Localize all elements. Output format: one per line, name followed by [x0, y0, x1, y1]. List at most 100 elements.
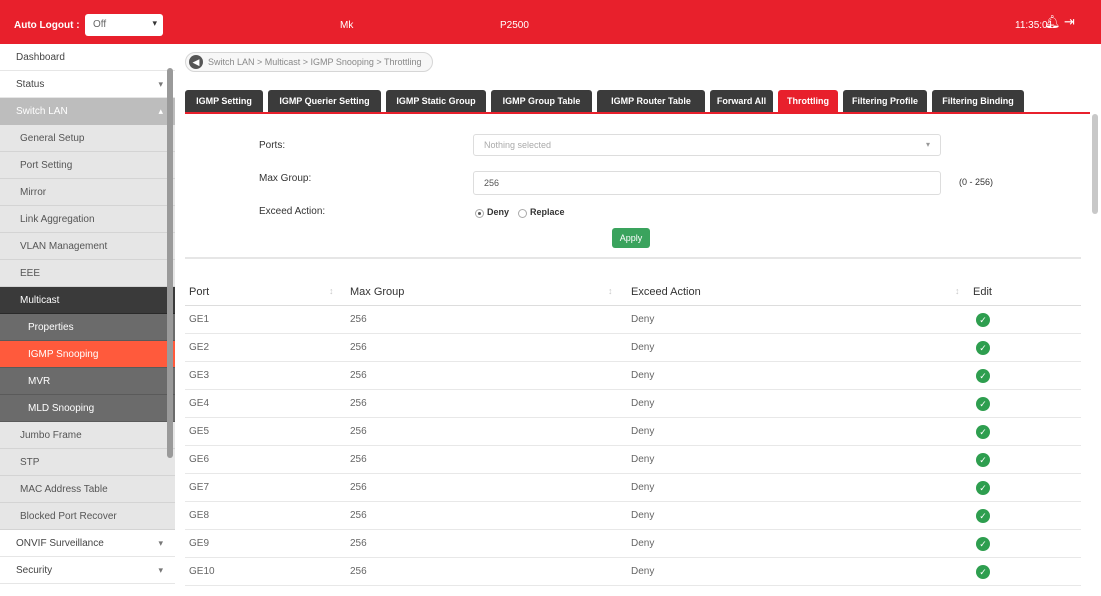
sidebar-item-label: MAC Address Table — [20, 484, 108, 495]
sidebar-item-port-setting[interactable]: Port Setting — [0, 152, 175, 179]
chevron-up-icon: ▴ — [158, 106, 163, 116]
header-edit: Edit — [973, 286, 992, 298]
tab-forward-all[interactable]: Forward All — [710, 90, 773, 112]
cell-exceed-action: Deny — [631, 370, 655, 381]
table-row: GE1 256 Deny ✓ — [185, 306, 1081, 334]
table-row: GE8 256 Deny ✓ — [185, 502, 1081, 530]
sidebar-item-label: Multicast — [20, 295, 60, 306]
cell-max-group: 256 — [350, 370, 367, 381]
edit-icon[interactable]: ✓ — [976, 565, 990, 579]
sidebar-item-general-setup[interactable]: General Setup — [0, 125, 175, 152]
cell-port: GE2 — [189, 342, 210, 353]
cell-exceed-action: Deny — [631, 454, 655, 465]
tab-igmp-static-group[interactable]: IGMP Static Group — [386, 90, 486, 112]
sidebar-item-link-aggregation[interactable]: Link Aggregation — [0, 206, 175, 233]
sidebar-item-stp[interactable]: STP — [0, 449, 175, 476]
cell-exceed-action: Deny — [631, 510, 655, 521]
sidebar-item-label: General Setup — [20, 133, 85, 144]
cell-exceed-action: Deny — [631, 342, 655, 353]
sidebar-item-blocked-port-recover[interactable]: Blocked Port Recover — [0, 503, 175, 530]
tab-filtering-profile[interactable]: Filtering Profile — [843, 90, 927, 112]
sidebar-item-label: MVR — [28, 376, 51, 387]
sidebar-item-properties[interactable]: Properties — [0, 314, 175, 341]
cell-exceed-action: Deny — [631, 482, 655, 493]
sidebar-item-label: Properties — [28, 322, 74, 333]
header-max-group[interactable]: Max Group — [350, 286, 404, 298]
table-row: GE10 256 Deny ✓ — [185, 558, 1081, 586]
sidebar-item-mac-address-table[interactable]: MAC Address Table — [0, 476, 175, 503]
edit-icon[interactable]: ✓ — [976, 509, 990, 523]
tab-filtering-binding[interactable]: Filtering Binding — [932, 90, 1024, 112]
cell-exceed-action: Deny — [631, 566, 655, 577]
sidebar-item-status[interactable]: Status ▾ — [0, 71, 175, 98]
edit-icon[interactable]: ✓ — [976, 341, 990, 355]
sidebar-item-mirror[interactable]: Mirror — [0, 179, 175, 206]
sidebar-scrollbar[interactable] — [167, 68, 173, 458]
table-body: GE1 256 Deny ✓ GE2 256 Deny ✓ GE3 256 Deny ✓ GE4 256 D… — [185, 306, 1081, 586]
sidebar-item-onvif-surveillance[interactable]: ONVIF Surveillance ▾ — [0, 530, 175, 557]
deny-radio[interactable] — [475, 209, 484, 218]
sidebar-item-dashboard[interactable]: Dashboard — [0, 44, 175, 71]
auto-logout-select[interactable]: Off ▾ — [85, 14, 163, 36]
edit-icon[interactable]: ✓ — [976, 481, 990, 495]
cell-max-group: 256 — [350, 510, 367, 521]
sidebar-item-label: Port Setting — [20, 160, 73, 171]
edit-icon[interactable]: ✓ — [976, 369, 990, 383]
bell-icon[interactable]: 🔔︎ — [1044, 14, 1061, 30]
tab-igmp-group-table[interactable]: IGMP Group Table — [491, 90, 592, 112]
edit-icon[interactable]: ✓ — [976, 425, 990, 439]
cell-exceed-action: Deny — [631, 398, 655, 409]
cell-max-group: 256 — [350, 482, 367, 493]
sort-icon[interactable]: ↕ — [955, 286, 960, 296]
edit-icon[interactable]: ✓ — [976, 537, 990, 551]
max-group-label: Max Group: — [259, 173, 312, 184]
sidebar-item-multicast[interactable]: Multicast — [0, 287, 175, 314]
sidebar-item-label: Link Aggregation — [20, 214, 95, 225]
tab-igmp-setting[interactable]: IGMP Setting — [185, 90, 263, 112]
main-content: ◀ Switch LAN > Multicast > IGMP Snooping… — [175, 44, 1101, 596]
sort-icon[interactable]: ↕ — [608, 286, 613, 296]
header-port[interactable]: Port — [189, 286, 209, 298]
cell-max-group: 256 — [350, 342, 367, 353]
sidebar-item-mld-snooping[interactable]: MLD Snooping — [0, 395, 175, 422]
sort-icon[interactable]: ↕ — [329, 286, 334, 296]
table-row: GE2 256 Deny ✓ — [185, 334, 1081, 362]
sidebar-item-jumbo-frame[interactable]: Jumbo Frame — [0, 422, 175, 449]
back-icon[interactable]: ◀ — [189, 55, 203, 69]
sidebar-item-label: Security — [16, 565, 53, 576]
sidebar-item-igmp-snooping[interactable]: IGMP Snooping — [0, 341, 175, 368]
edit-icon[interactable]: ✓ — [976, 453, 990, 467]
sidebar-item-label: ONVIF Surveillance — [16, 538, 104, 549]
chevron-down-icon: ▾ — [158, 565, 163, 575]
sidebar-item-security[interactable]: Security ▾ — [0, 557, 175, 584]
cell-port: GE10 — [189, 566, 215, 577]
edit-icon[interactable]: ✓ — [976, 397, 990, 411]
tab-throttling[interactable]: Throttling — [778, 90, 838, 112]
ports-select[interactable]: Nothing selected ▾ — [473, 134, 941, 156]
max-group-input[interactable]: 256 — [473, 171, 941, 195]
cell-exceed-action: Deny — [631, 538, 655, 549]
sidebar-item-label: Mirror — [20, 187, 47, 198]
edit-icon[interactable]: ✓ — [976, 313, 990, 327]
sidebar-item-label: MLD Snooping — [28, 403, 95, 414]
chevron-down-icon: ▾ — [158, 79, 163, 89]
sidebar-item-vlan-management[interactable]: VLAN Management — [0, 233, 175, 260]
sidebar-item-switch-lan[interactable]: Switch LAN ▴ — [0, 98, 175, 125]
replace-radio[interactable] — [518, 209, 527, 218]
cell-exceed-action: Deny — [631, 314, 655, 325]
main-scrollbar[interactable] — [1092, 114, 1098, 214]
cell-max-group: 256 — [350, 538, 367, 549]
table-row: GE4 256 Deny ✓ — [185, 390, 1081, 418]
tab-igmp-router-table[interactable]: IGMP Router Table — [597, 90, 705, 112]
sidebar-item-mvr[interactable]: MVR — [0, 368, 175, 395]
table-row: GE5 256 Deny ✓ — [185, 418, 1081, 446]
table-row: GE6 256 Deny ✓ — [185, 446, 1081, 474]
sidebar-item-eee[interactable]: EEE — [0, 260, 175, 287]
header-exceed-action[interactable]: Exceed Action — [631, 286, 701, 298]
cell-exceed-action: Deny — [631, 426, 655, 437]
cell-port: GE7 — [189, 482, 210, 493]
apply-button[interactable]: Apply — [612, 228, 650, 248]
tab-igmp-querier-setting[interactable]: IGMP Querier Setting — [268, 90, 381, 112]
auto-logout-label: Auto Logout : — [14, 20, 80, 31]
logout-icon[interactable]: ⇥ — [1064, 14, 1080, 30]
